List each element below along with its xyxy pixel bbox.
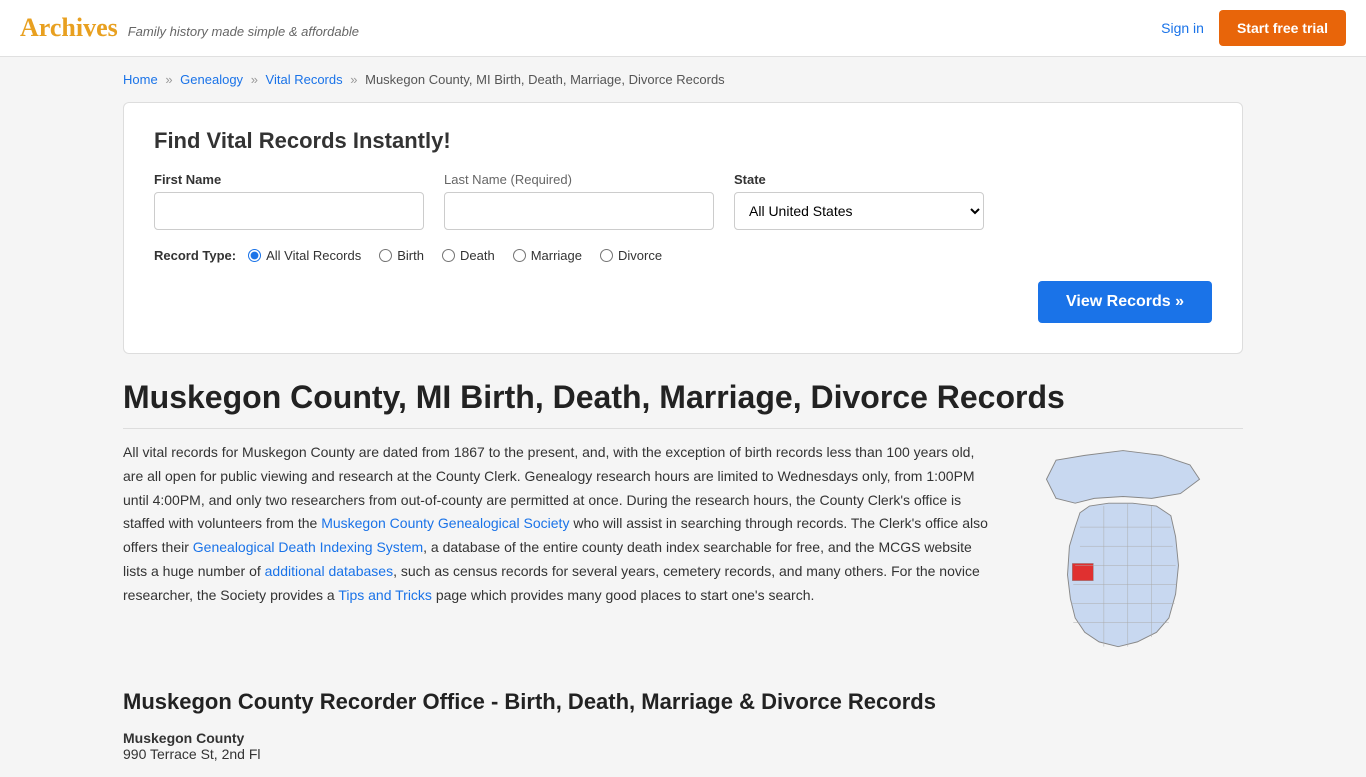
view-records-button[interactable]: View Records » [1038,281,1212,323]
record-type-row: Record Type: All Vital Records Birth Dea… [154,248,1212,263]
site-logo: Archives [20,13,118,43]
radio-death[interactable]: Death [442,248,495,263]
state-select[interactable]: All United States Alabama Alaska Arizona… [734,192,984,230]
main-text: All vital records for Muskegon County ar… [123,441,998,664]
breadcrumb-sep-1: » [165,72,172,87]
radio-divorce[interactable]: Divorce [600,248,662,263]
header-left: Archives Family history made simple & af… [20,13,359,43]
search-title: Find Vital Records Instantly! [154,128,1212,154]
first-name-label: First Name [154,172,424,187]
breadcrumb: Home » Genealogy » Vital Records » Muske… [123,72,1243,87]
search-footer: View Records » [154,281,1212,323]
mcgs-link[interactable]: Muskegon County Genealogical Society [321,515,569,531]
radio-death-input[interactable] [442,249,455,262]
radio-all-vital-input[interactable] [248,249,261,262]
last-name-label: Last Name (Required) [444,172,714,187]
recorder-section-title: Muskegon County Recorder Office - Birth,… [123,689,1243,715]
breadcrumb-current: Muskegon County, MI Birth, Death, Marria… [365,72,725,87]
breadcrumb-home[interactable]: Home [123,72,158,87]
search-fields: First Name Last Name (Required) State Al… [154,172,1212,230]
breadcrumb-genealogy[interactable]: Genealogy [180,72,243,87]
state-label: State [734,172,984,187]
intro-paragraph: All vital records for Muskegon County ar… [123,441,998,608]
county-name: Muskegon County [123,730,1243,746]
radio-birth-input[interactable] [379,249,392,262]
radio-all-vital[interactable]: All Vital Records [248,248,361,263]
michigan-map [1023,441,1223,661]
additional-db-link[interactable]: additional databases [265,563,393,579]
radio-group: All Vital Records Birth Death Marriage D… [248,248,662,263]
radio-birth[interactable]: Birth [379,248,424,263]
tips-tricks-link[interactable]: Tips and Tricks [338,587,432,603]
county-address: 990 Terrace St, 2nd Fl [123,746,1243,762]
state-field-group: State All United States Alabama Alaska A… [734,172,984,230]
last-name-field-group: Last Name (Required) [444,172,714,230]
breadcrumb-sep-2: » [251,72,258,87]
start-trial-button[interactable]: Start free trial [1219,10,1346,46]
page-title: Muskegon County, MI Birth, Death, Marria… [123,379,1243,429]
header-tagline: Family history made simple & affordable [128,24,359,39]
site-header: Archives Family history made simple & af… [0,0,1366,57]
radio-marriage-input[interactable] [513,249,526,262]
breadcrumb-sep-3: » [350,72,357,87]
signin-link[interactable]: Sign in [1161,20,1204,36]
map-container [1023,441,1243,664]
death-index-link[interactable]: Genealogical Death Indexing System [193,539,423,555]
breadcrumb-vital-records[interactable]: Vital Records [266,72,343,87]
radio-divorce-input[interactable] [600,249,613,262]
radio-marriage[interactable]: Marriage [513,248,582,263]
last-name-input[interactable] [444,192,714,230]
record-type-label: Record Type: [154,248,236,263]
header-right: Sign in Start free trial [1161,10,1346,46]
search-box: Find Vital Records Instantly! First Name… [123,102,1243,354]
first-name-field-group: First Name [154,172,424,230]
page-content: Home » Genealogy » Vital Records » Muske… [103,57,1263,777]
main-content: All vital records for Muskegon County ar… [123,441,1243,664]
first-name-input[interactable] [154,192,424,230]
